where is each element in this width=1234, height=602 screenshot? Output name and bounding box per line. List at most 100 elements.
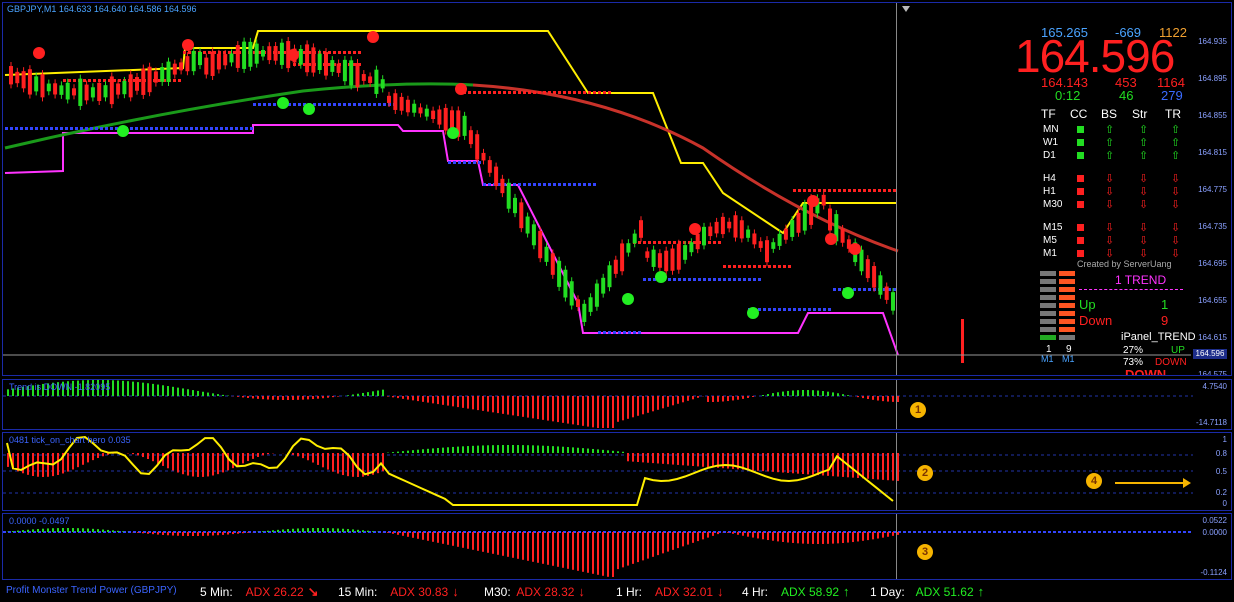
indicator-pane-2[interactable]: 0481 tick_on_chart hero 0.035 1 0.8 0.5 … [2,432,1232,511]
p2-bar [607,450,609,453]
p3-bar [397,532,399,535]
p3-bar [597,532,599,575]
p1-bar [462,396,464,408]
p1-axis-bottom: -14.7118 [1196,418,1227,427]
candle-body [657,253,662,268]
buy-signal-dot [747,307,759,319]
p2-bar [317,453,319,465]
p2-axis-5: 0 [1222,499,1227,508]
p1-bar [632,396,634,418]
resistance-dot [693,241,696,244]
p3-bar [287,529,289,532]
p1-bar [432,396,434,404]
resistance-dot [758,265,761,268]
candle-body [424,108,429,117]
support-dot [185,127,188,130]
resistance-dot [503,91,506,94]
candle-body [191,50,196,72]
panel-row3-left: 0:12 [1055,88,1081,103]
p3-bar [422,532,424,540]
p1-bar [422,396,424,402]
p2-bar [587,448,589,453]
support-dot [718,278,721,281]
stack-bar-left [1040,319,1056,324]
p2-bar [827,453,829,476]
resistance-dot [768,265,771,268]
p3-bar [292,528,294,532]
support-dot [165,127,168,130]
resistance-dot [798,189,801,192]
resistance-dot [333,51,336,54]
p1-bar [792,390,794,396]
p3-bar [197,532,199,536]
support-dot [473,161,476,164]
p1-bar [697,396,699,398]
p3-bar [647,532,649,559]
p3-bar [732,532,734,534]
candle-body [122,80,127,95]
p1-bar [377,390,379,396]
arrow-up-icon: ⇧ [1171,137,1181,149]
p3-axis-mid: 0.0000 [1202,528,1227,537]
support-dot [170,127,173,130]
support-dot [748,278,751,281]
candle-body [387,95,391,103]
candle-body [538,230,543,259]
resistance-dot [648,241,651,244]
stack-bar-right [1059,295,1075,300]
p3-bar [662,532,664,554]
indicator-pane-1[interactable]: Trend is DOWN -1.82095 4.7540 -14.7118 1 [2,379,1232,430]
p3-bar [827,532,829,544]
p3-bar [642,532,644,561]
p1-bar [612,396,614,428]
p2-bar [602,449,604,453]
p2-bar [462,446,464,453]
p2-bar [647,453,649,463]
p1-bar [857,396,859,398]
p2-bar [202,453,204,477]
current-price-tag: 164.596 [1193,349,1227,359]
resistance-dot [188,51,191,54]
support-dot [678,278,681,281]
resistance-dot [733,265,736,268]
resistance-dot [63,79,66,82]
p1-bar [647,396,649,413]
p1-bar [652,396,654,412]
p3-bar [72,528,74,532]
resistance-dot [348,51,351,54]
arrow-up-icon: ⇧ [1105,150,1115,162]
indicator-pane-3[interactable]: 0.0000 -0.0497 0.0522 0.0000 -0.1124 3 [2,513,1232,580]
p1-bar [137,382,139,396]
p2-bar [332,453,334,472]
p2-bar [197,453,199,477]
p1-bar [827,391,829,396]
p3-bar [572,532,574,570]
p2-bar [212,453,214,476]
p3-bar [327,528,329,532]
p1-bar [577,396,579,426]
p1-bar [492,396,494,413]
candle-body [374,69,379,94]
candle-body [40,74,45,98]
resistance-dot [478,91,481,94]
status-adx-value: ADX 32.01 [655,585,714,599]
p2-bar [302,453,304,459]
main-chart-pane[interactable]: GBPJPY,M1 164.633 164.640 164.586 164.59… [2,2,1232,376]
status-adx-value: ADX 58.92 [781,585,840,599]
support-dot [363,103,366,106]
sell-signal-dot [287,49,299,61]
support-dot [528,183,531,186]
crosshair-vertical [896,3,897,375]
p1-bar [257,396,259,399]
p1-bar [272,396,274,400]
price-axis-label: 164.655 [1198,296,1227,305]
p1-bar [247,396,249,398]
support-dot [513,183,516,186]
resistance-dot [603,91,606,94]
arrow-down-icon: ⇩ [1105,186,1115,198]
support-dot [90,127,93,130]
candle-body [670,248,675,271]
p3-bar [312,528,314,532]
support-dot [200,127,203,130]
p3-bar [537,532,539,563]
